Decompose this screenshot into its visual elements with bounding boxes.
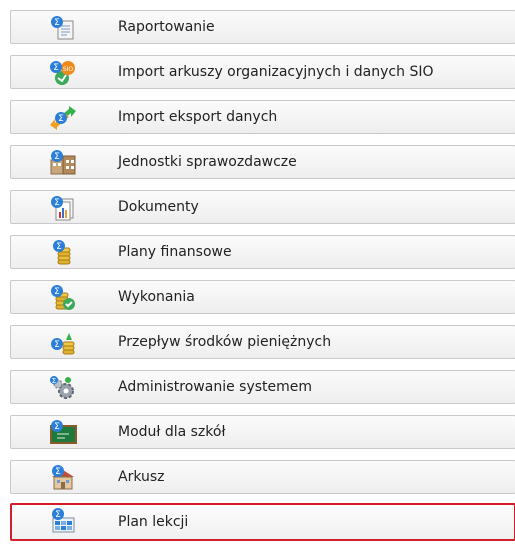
report-doc-icon: Σ [49, 15, 77, 41]
svg-text:Σ: Σ [54, 152, 60, 162]
menu-item-raportowanie[interactable]: Σ Raportowanie [10, 10, 515, 44]
svg-text:Σ: Σ [54, 198, 60, 208]
exchange-arrows-icon: Σ [49, 105, 77, 131]
menu-item-import-sio[interactable]: SIO Σ Import arkuszy organizacyjnych i d… [10, 55, 515, 89]
menu-item-label: Przepływ środków pieniężnych [118, 334, 332, 350]
school-building-icon: Σ [49, 465, 77, 491]
menu-item-label: Import arkuszy organizacyjnych i danych … [118, 64, 434, 80]
menu-item-dokumenty[interactable]: Σ Dokumenty [10, 190, 515, 224]
menu-item-plan-lekcji[interactable]: Σ Plan lekcji [10, 503, 515, 541]
menu-item-wykonania[interactable]: Σ Wykonania [10, 280, 515, 314]
menu-item-jednostki[interactable]: Σ Jednostki sprawozdawcze [10, 145, 515, 179]
svg-text:Σ: Σ [54, 18, 60, 28]
menu-item-label: Arkusz [118, 469, 165, 485]
svg-text:SIO: SIO [63, 66, 74, 73]
menu-item-label: Plany finansowe [118, 244, 232, 260]
menu-item-administrowanie[interactable]: Σ Administrowanie systemem [10, 370, 515, 404]
documents-chart-icon: Σ [49, 195, 77, 221]
svg-text:Σ: Σ [54, 340, 60, 350]
svg-text:Σ: Σ [54, 287, 60, 297]
menu-item-label: Administrowanie systemem [118, 379, 313, 395]
svg-text:Σ: Σ [56, 242, 62, 252]
coins-check-icon: Σ [49, 285, 77, 311]
coins-flow-icon: Σ [49, 330, 77, 356]
sio-import-icon: SIO Σ [49, 60, 77, 86]
buildings-icon: Σ [49, 150, 77, 176]
menu-item-modul-dla-szkol[interactable]: Σ Moduł dla szkół [10, 415, 515, 449]
coins-icon: Σ [49, 240, 77, 266]
svg-text:Σ: Σ [53, 63, 59, 73]
menu-item-plany-finansowe[interactable]: Σ Plany finansowe [10, 235, 515, 269]
lesson-plan-icon: Σ [49, 508, 77, 534]
svg-text:Σ: Σ [55, 510, 61, 520]
main-menu: Σ Raportowanie SIO Σ Import arkuszy orga… [0, 0, 515, 545]
svg-text:Σ: Σ [52, 377, 56, 385]
gears-icon: Σ [49, 375, 77, 401]
menu-item-przeplyw[interactable]: Σ Przepływ środków pieniężnych [10, 325, 515, 359]
svg-text:Σ: Σ [58, 114, 64, 124]
menu-item-label: Wykonania [118, 289, 195, 305]
menu-item-label: Plan lekcji [118, 514, 189, 530]
menu-item-label: Raportowanie [118, 19, 215, 35]
menu-item-import-export[interactable]: Σ Import eksport danych [10, 100, 515, 134]
menu-item-label: Dokumenty [118, 199, 199, 215]
menu-item-label: Moduł dla szkół [118, 424, 226, 440]
menu-item-arkusz[interactable]: Σ Arkusz [10, 460, 515, 494]
chalkboard-icon: Σ [49, 420, 77, 446]
svg-text:Σ: Σ [54, 422, 60, 432]
menu-item-label: Jednostki sprawozdawcze [118, 154, 297, 170]
menu-item-label: Import eksport danych [118, 109, 278, 125]
svg-text:Σ: Σ [55, 467, 61, 477]
